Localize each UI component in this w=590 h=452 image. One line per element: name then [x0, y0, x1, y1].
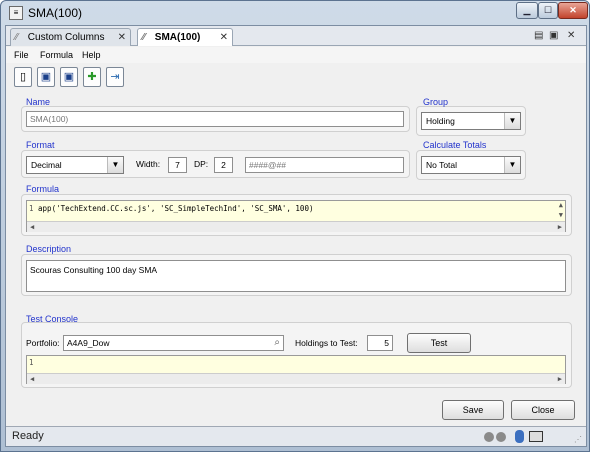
chevron-down-icon: ▼ [504, 113, 520, 129]
test-button[interactable]: Test [407, 333, 471, 353]
app-icon: ≡ [9, 6, 23, 20]
chevron-down-icon: ▼ [504, 157, 520, 173]
close-button[interactable]: Close [511, 400, 575, 420]
tab-bar: ⁄⁄ Custom Columns ✕ ⁄⁄ SMA(100) ✕ ▤ ▣ ✕ [6, 26, 586, 46]
save-button[interactable]: Save [442, 400, 504, 420]
format-label: Format [26, 140, 55, 150]
width-label: Width: [136, 159, 161, 169]
resize-grip-icon[interactable]: ⋰ [574, 435, 582, 444]
format-pattern-field[interactable]: ####@## [245, 157, 404, 173]
description-field[interactable]: Scouras Consulting 100 day SMA [26, 260, 566, 292]
scroll-left-icon[interactable]: ◀ [30, 223, 34, 231]
scroll-right-icon[interactable]: ▶ [558, 375, 562, 383]
portfolio-value: A4A9_Dow [67, 338, 110, 348]
test-console-label: Test Console [26, 314, 79, 324]
close-tab-icon[interactable]: ✕ [118, 29, 126, 46]
dp-label: DP: [194, 159, 209, 169]
user-icon[interactable] [515, 430, 524, 443]
formula-line: 1 app('TechExtend.CC.sc.js', 'SC_SimpleT… [29, 204, 313, 213]
printer-icon[interactable] [529, 431, 543, 442]
totals-select[interactable]: No Total ▼ [421, 156, 521, 174]
scroll-right-icon[interactable]: ▶ [558, 223, 562, 231]
portfolio-label: Portfolio: [26, 338, 60, 348]
format-select-value: Decimal [31, 160, 62, 170]
name-field[interactable]: SMA(100) [26, 111, 404, 127]
close-window-button[interactable]: ✕ [558, 2, 588, 19]
menu-help[interactable]: Help [82, 50, 101, 60]
portfolio-field[interactable]: A4A9_Dow ⌕ [63, 335, 284, 351]
formula-h-scrollbar[interactable]: ◀ ▶ [27, 221, 565, 232]
tab-label: SMA(100) [154, 32, 201, 43]
new-file-icon[interactable]: ▯ [14, 67, 32, 87]
totals-select-value: No Total [426, 160, 458, 170]
formula-label: Formula [26, 184, 60, 194]
export-icon[interactable]: ⇥ [106, 67, 124, 87]
tab-sma-100[interactable]: ⁄⁄ SMA(100) ✕ [137, 28, 233, 46]
menu-formula[interactable]: Formula [40, 50, 73, 60]
content-area: ⁄⁄ Custom Columns ✕ ⁄⁄ SMA(100) ✕ ▤ ▣ ✕ … [5, 25, 587, 447]
menu-file[interactable]: File [14, 50, 29, 60]
chevron-down-icon: ▼ [107, 157, 123, 173]
scroll-left-icon[interactable]: ◀ [30, 375, 34, 383]
tab-grip-icon: ⁄⁄ [142, 32, 146, 43]
holdings-label: Holdings to Test: [295, 338, 358, 348]
status-bar: Ready ⋰ [6, 426, 586, 446]
name-label: Name [26, 97, 51, 107]
toolbar: ▯ ▣ ▣ ✚ ⇥ [6, 63, 586, 91]
line-number: 1 [29, 204, 34, 213]
group-select[interactable]: Holding ▼ [421, 112, 521, 130]
scroll-down-icon[interactable]: ▼ [559, 211, 563, 219]
console-output[interactable]: 1 ◀ ▶ [26, 355, 566, 384]
format-select[interactable]: Decimal ▼ [26, 156, 124, 174]
menu-bar: File Formula Help [6, 47, 586, 63]
list-view-icon[interactable]: ▤ [534, 30, 543, 42]
tab-custom-columns[interactable]: ⁄⁄ Custom Columns ✕ [10, 28, 131, 46]
save-icon[interactable]: ▣ [37, 67, 55, 87]
group-select-value: Holding [426, 116, 455, 126]
title-bar[interactable]: ≡ SMA(100) ▁ ☐ ✕ [1, 1, 590, 25]
save-as-icon[interactable]: ▣ [60, 67, 78, 87]
group-label: Group [423, 97, 449, 107]
dp-field[interactable]: 2 [214, 157, 233, 173]
status-text: Ready [12, 430, 44, 442]
tab-grip-icon: ⁄⁄ [15, 32, 19, 43]
close-document-icon[interactable]: ✕ [567, 30, 575, 42]
maximize-button[interactable]: ☐ [538, 2, 558, 19]
formula-editor[interactable]: 1 app('TechExtend.CC.sc.js', 'SC_SimpleT… [26, 200, 566, 232]
totals-label: Calculate Totals [423, 140, 487, 150]
minimize-button[interactable]: ▁ [516, 2, 538, 19]
formula-code: app('TechExtend.CC.sc.js', 'SC_SimpleTec… [38, 204, 314, 213]
search-icon[interactable]: ⌕ [274, 336, 280, 350]
holdings-field[interactable]: 5 [367, 335, 393, 351]
console-h-scrollbar[interactable]: ◀ ▶ [27, 373, 565, 384]
status-light-icon [484, 432, 494, 442]
add-icon[interactable]: ✚ [83, 67, 101, 87]
window-view-icon[interactable]: ▣ [549, 30, 558, 42]
description-label: Description [26, 244, 72, 254]
status-light-icon [496, 432, 506, 442]
window-title: SMA(100) [28, 6, 83, 20]
scroll-up-icon[interactable]: ▲ [559, 201, 563, 209]
line-number: 1 [29, 358, 34, 367]
close-tab-icon[interactable]: ✕ [220, 29, 228, 46]
app-window: ≡ SMA(100) ▁ ☐ ✕ ⁄⁄ Custom Columns ✕ ⁄⁄ … [0, 0, 590, 452]
width-field[interactable]: 7 [168, 157, 187, 173]
tab-label: Custom Columns [27, 32, 105, 43]
